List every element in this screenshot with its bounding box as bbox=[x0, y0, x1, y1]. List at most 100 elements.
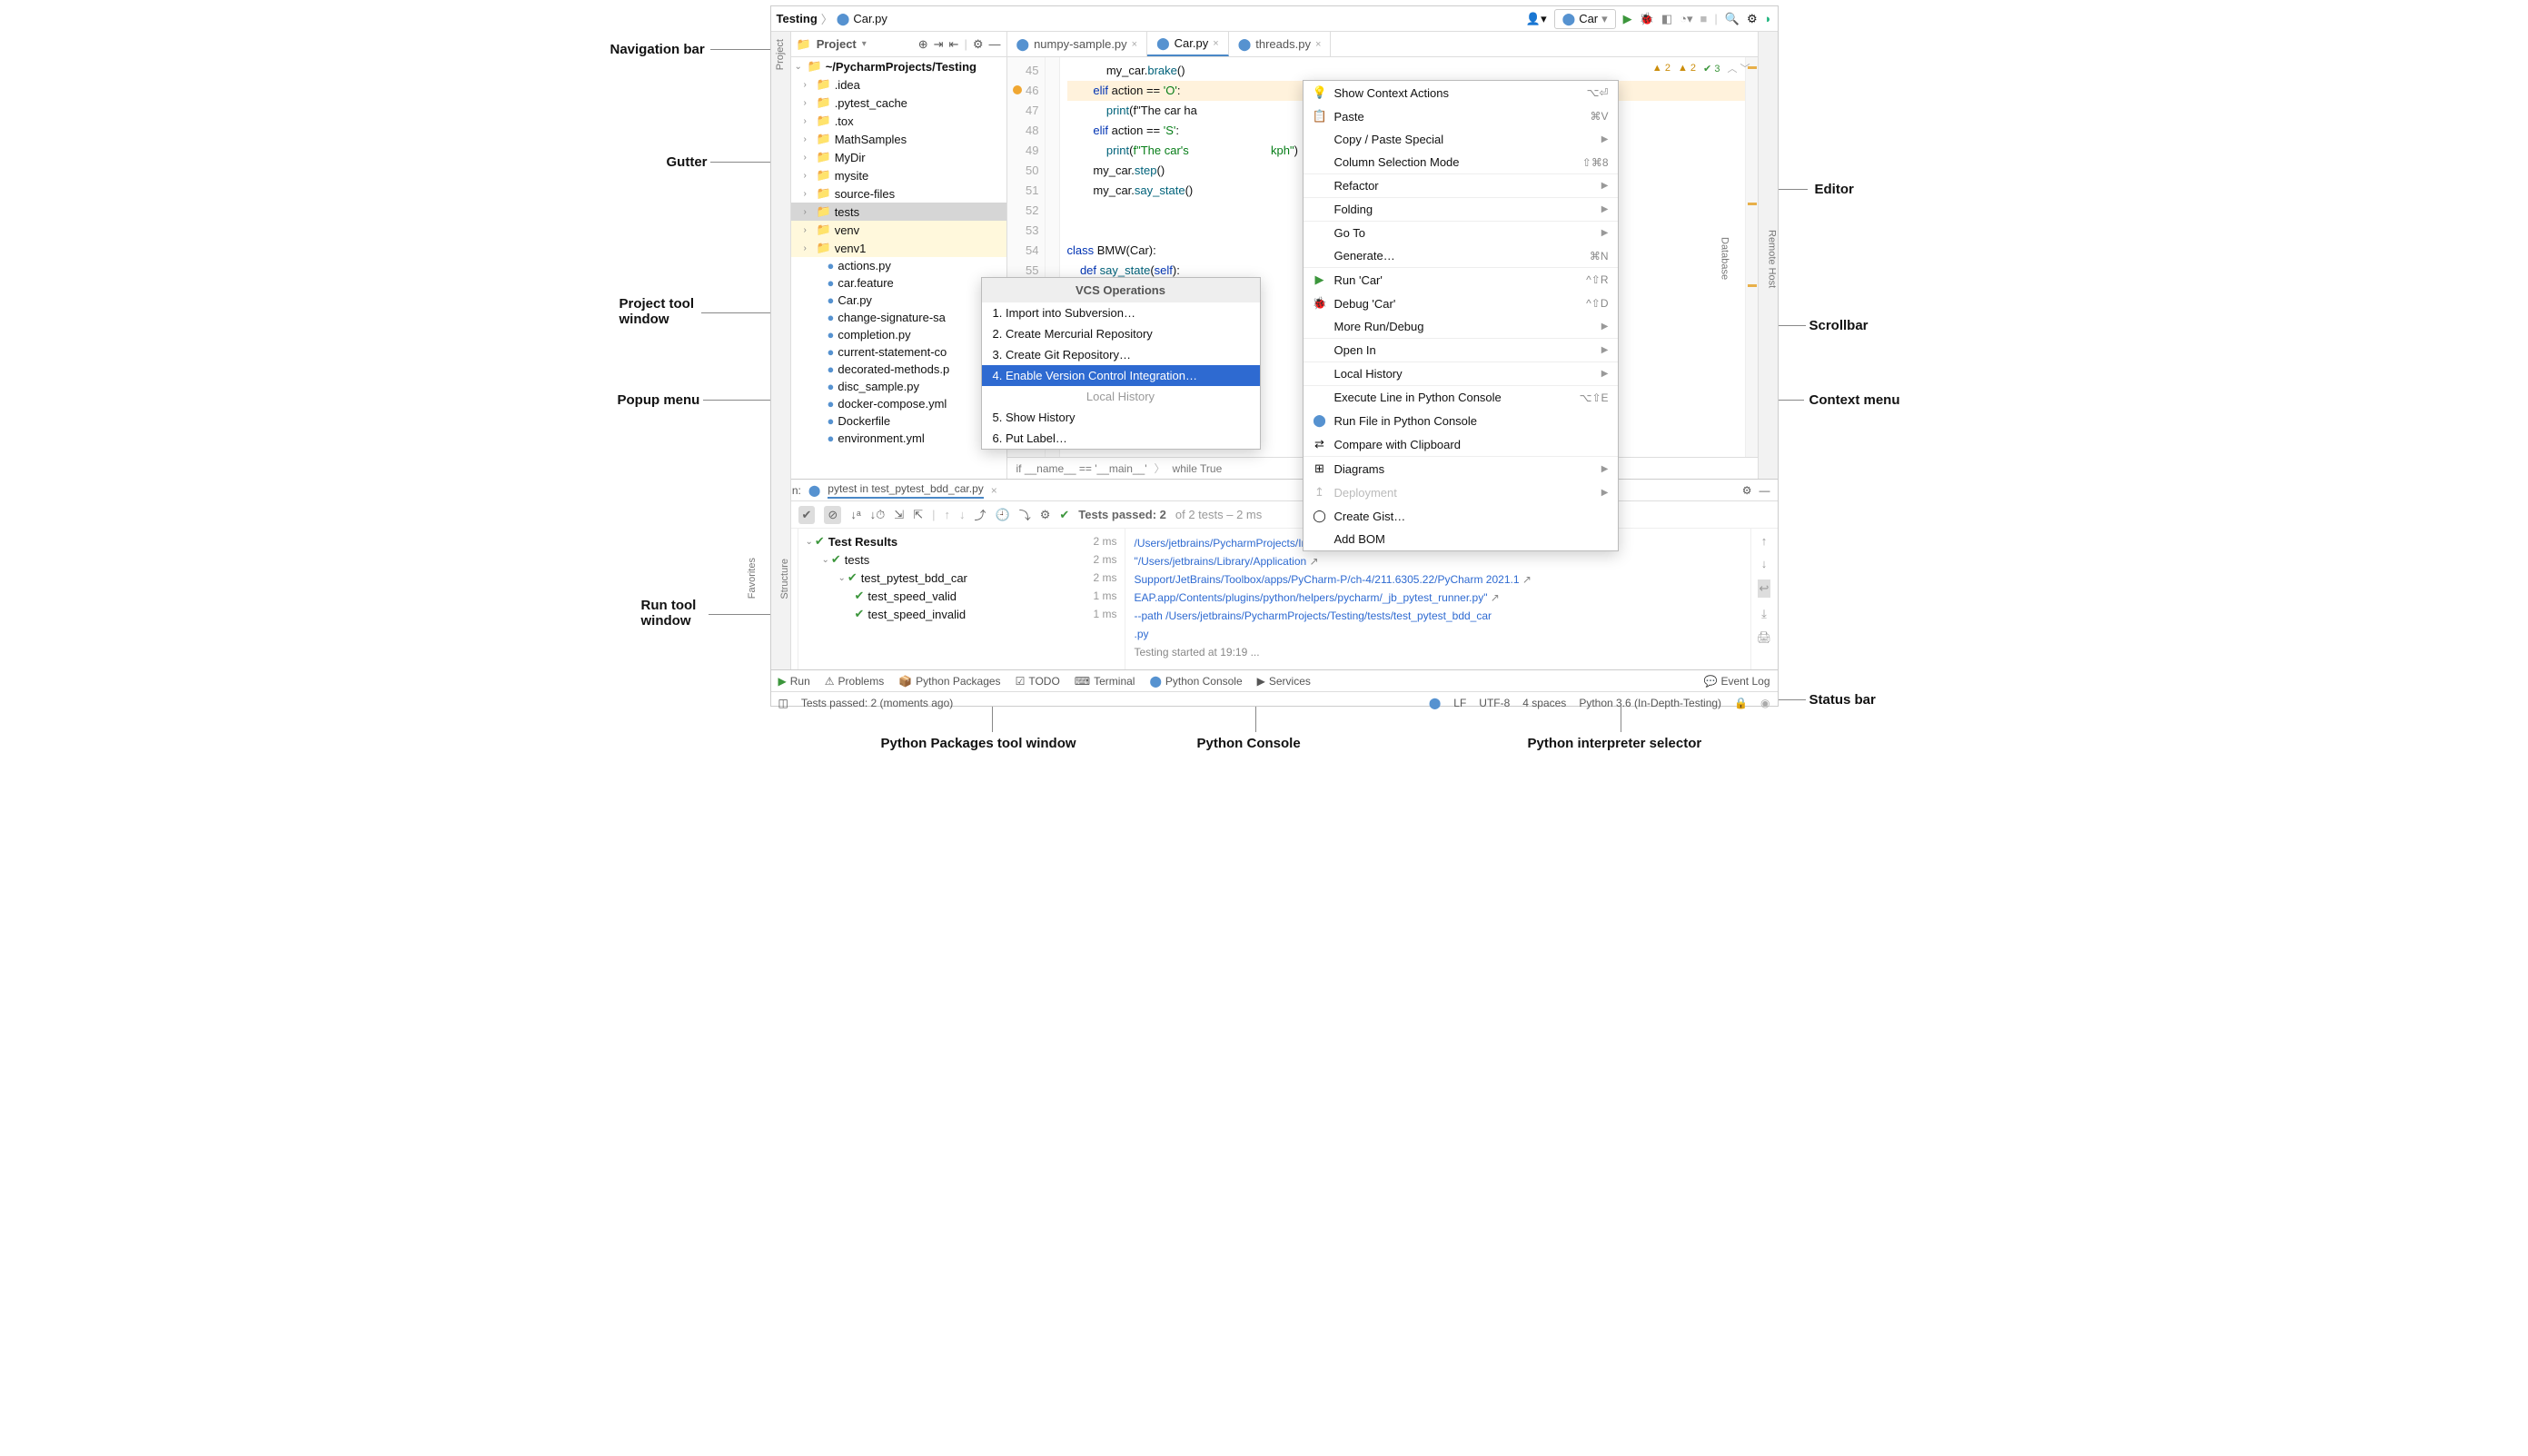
context-menu-item[interactable]: ⬤ Run File in Python Console bbox=[1304, 409, 1618, 432]
tree-folder[interactable]: ›📁MathSamples bbox=[791, 130, 1006, 148]
vcs-popup-item[interactable]: 5. Show History bbox=[982, 407, 1260, 428]
tree-file[interactable]: ●docker-compose.yml bbox=[791, 395, 1006, 412]
tree-folder[interactable]: ›📁tests bbox=[791, 203, 1006, 221]
indent[interactable]: 4 spaces bbox=[1522, 697, 1566, 709]
tree-file[interactable]: ●change-signature-sa bbox=[791, 309, 1006, 326]
context-menu-item[interactable]: Column Selection Mode ⇧⌘8 bbox=[1304, 151, 1618, 173]
terminal-button[interactable]: ⌨Terminal bbox=[1075, 675, 1135, 688]
crumb-a[interactable]: if __name__ == '__main__' bbox=[1016, 462, 1147, 475]
project-tree[interactable]: ⌄📁~/PycharmProjects/Testing›📁.idea›📁.pyt… bbox=[791, 57, 1006, 447]
favorites-button[interactable]: Favorites bbox=[747, 558, 758, 599]
context-menu-item[interactable]: Go To ▶ bbox=[1304, 222, 1618, 244]
context-menu-item[interactable]: Copy / Paste Special ▶ bbox=[1304, 128, 1618, 151]
jetbrains-icon[interactable]: ◗ bbox=[1765, 12, 1772, 25]
python-indicator[interactable]: ⬤ bbox=[1429, 697, 1441, 709]
tree-folder[interactable]: ›📁venv bbox=[791, 221, 1006, 239]
context-menu-item[interactable]: 🐞 Debug 'Car' ^⇧D bbox=[1304, 292, 1618, 315]
gear-icon[interactable]: ⚙ bbox=[1742, 484, 1752, 497]
collapse-all-icon[interactable]: ⇱ bbox=[913, 508, 923, 522]
run-config-tab[interactable]: pytest in test_pytest_bdd_car.py bbox=[828, 482, 983, 499]
project-tool-button[interactable]: Project bbox=[775, 39, 786, 70]
scroll-end-icon[interactable]: ⤓ bbox=[1761, 607, 1767, 621]
context-menu-item[interactable]: Folding ▶ bbox=[1304, 198, 1618, 221]
down-stack-icon[interactable]: ↓ bbox=[1761, 557, 1768, 570]
context-menu-item[interactable]: Add BOM bbox=[1304, 528, 1618, 550]
tool-windows-icon[interactable]: ◫ bbox=[778, 697, 788, 709]
context-menu-item[interactable]: Open In ▶ bbox=[1304, 339, 1618, 362]
run-config-selector[interactable]: ⬤ Car ▾ bbox=[1554, 9, 1616, 29]
tree-folder[interactable]: ›📁.idea bbox=[791, 75, 1006, 94]
debug-icon[interactable]: 🐞 bbox=[1640, 12, 1654, 26]
tree-file[interactable]: ●decorated-methods.p bbox=[791, 361, 1006, 378]
hide-icon[interactable]: — bbox=[1760, 484, 1770, 497]
hide-icon[interactable]: — bbox=[989, 37, 1001, 51]
project-header-title[interactable]: Project bbox=[817, 37, 857, 51]
tree-folder[interactable]: ›📁venv1 bbox=[791, 239, 1006, 257]
gear-icon[interactable]: ⚙ bbox=[1040, 508, 1051, 522]
tree-folder[interactable]: ›📁mysite bbox=[791, 166, 1006, 184]
expand-all-icon[interactable]: ⇲ bbox=[894, 508, 904, 522]
gear-icon[interactable]: ⚙ bbox=[973, 37, 984, 52]
tree-folder[interactable]: ›📁.tox bbox=[791, 112, 1006, 130]
tree-file[interactable]: ●disc_sample.py bbox=[791, 378, 1006, 395]
encoding[interactable]: UTF-8 bbox=[1479, 697, 1510, 709]
up-stack-icon[interactable]: ↑ bbox=[1761, 534, 1768, 548]
print-icon[interactable]: 🖨 bbox=[1757, 630, 1772, 645]
export-icon[interactable]: ⤴ bbox=[975, 506, 986, 523]
expand-icon[interactable]: ⇥ bbox=[934, 37, 944, 52]
context-menu-item[interactable]: Execute Line in Python Console ⌥⇧E bbox=[1304, 386, 1618, 409]
coverage-icon[interactable]: ◧ bbox=[1661, 12, 1672, 26]
vcs-popup-item[interactable]: 3. Create Git Repository… bbox=[982, 344, 1260, 365]
context-menu-item[interactable]: ⇄ Compare with Clipboard bbox=[1304, 432, 1618, 456]
breadcrumb[interactable]: Testing 〉 ⬤ Car.py bbox=[777, 10, 887, 27]
test-tree[interactable]: ⌄✔Test Results2 ms ⌄✔tests2 ms ⌄✔test_py… bbox=[798, 529, 1125, 669]
test-row[interactable]: ⌄✔Test Results2 ms bbox=[798, 532, 1125, 550]
tree-file[interactable]: ●actions.py bbox=[791, 257, 1006, 274]
vcs-popup-item[interactable]: 2. Create Mercurial Repository bbox=[982, 323, 1260, 344]
run-icon[interactable]: ▶ bbox=[1623, 12, 1632, 26]
run-button[interactable]: ▶Run bbox=[778, 675, 810, 688]
tree-file[interactable]: ●current-statement-co bbox=[791, 343, 1006, 361]
lock-icon[interactable]: 🔒 bbox=[1734, 697, 1748, 709]
profile-icon[interactable]: ◔▾ bbox=[1680, 12, 1692, 26]
tree-folder[interactable]: ›📁MyDir bbox=[791, 148, 1006, 166]
sort-icon[interactable]: ↓ᵃ bbox=[850, 508, 860, 521]
user-icon[interactable]: 👤▾ bbox=[1526, 12, 1547, 26]
tree-file[interactable]: ●environment.yml bbox=[791, 430, 1006, 447]
context-menu-item[interactable]: ◯ Create Gist… bbox=[1304, 504, 1618, 528]
packages-button[interactable]: 📦Python Packages bbox=[898, 675, 1000, 688]
structure-button[interactable]: Structure bbox=[779, 559, 790, 599]
test-row[interactable]: ✔test_speed_invalid1 ms bbox=[798, 605, 1125, 623]
python-console-button[interactable]: ⬤Python Console bbox=[1149, 675, 1242, 688]
todo-button[interactable]: ☑TODO bbox=[1016, 675, 1060, 688]
vcs-popup-item[interactable]: 4. Enable Version Control Integration… bbox=[982, 365, 1260, 386]
editor-tab[interactable]: ⬤threads.py× bbox=[1229, 32, 1332, 56]
history-icon[interactable]: 🕘 bbox=[996, 508, 1010, 522]
context-menu-item[interactable]: ▶ Run 'Car' ^⇧R bbox=[1304, 268, 1618, 292]
breadcrumb-file[interactable]: Car.py bbox=[853, 12, 887, 25]
inspection-widget[interactable]: ▲ 2 ▲ 2 ✔ 3 ︿ ﹀ bbox=[1652, 61, 1750, 75]
line-separator[interactable]: LF bbox=[1453, 697, 1466, 709]
context-menu-item[interactable]: Refactor ▶ bbox=[1304, 174, 1618, 197]
context-menu-item[interactable]: Local History ▶ bbox=[1304, 362, 1618, 385]
context-menu-item[interactable]: 💡 Show Context Actions ⌥⏎ bbox=[1304, 81, 1618, 104]
editor-tab[interactable]: ⬤numpy-sample.py× bbox=[1007, 32, 1148, 56]
context-menu-item[interactable]: ⊞ Diagrams ▶ bbox=[1304, 457, 1618, 480]
settings-icon[interactable]: ⚙ bbox=[1747, 12, 1758, 26]
search-icon[interactable]: 🔍 bbox=[1725, 12, 1740, 26]
vcs-popup-item[interactable]: 1. Import into Subversion… bbox=[982, 302, 1260, 323]
down-icon[interactable]: ↓ bbox=[959, 508, 966, 521]
show-ignored-icon[interactable]: ⊘ bbox=[824, 506, 841, 524]
problems-button[interactable]: ⚠Problems bbox=[825, 675, 884, 688]
context-menu-item[interactable]: More Run/Debug ▶ bbox=[1304, 315, 1618, 338]
context-menu-item[interactable]: Generate… ⌘N bbox=[1304, 244, 1618, 267]
stop-icon[interactable]: ■ bbox=[1700, 12, 1708, 25]
context-menu-item[interactable]: 📋 Paste ⌘V bbox=[1304, 104, 1618, 128]
breadcrumb-root[interactable]: Testing bbox=[777, 12, 818, 25]
tree-file[interactable]: ●car.feature bbox=[791, 274, 1006, 292]
tree-file[interactable]: ●completion.py bbox=[791, 326, 1006, 343]
sort-time-icon[interactable]: ↓⏱ bbox=[870, 508, 886, 522]
import-icon[interactable]: ⤵ bbox=[1019, 506, 1031, 523]
soft-wrap-icon[interactable]: ↩ bbox=[1758, 579, 1771, 598]
tree-file[interactable]: ●Dockerfile bbox=[791, 412, 1006, 430]
